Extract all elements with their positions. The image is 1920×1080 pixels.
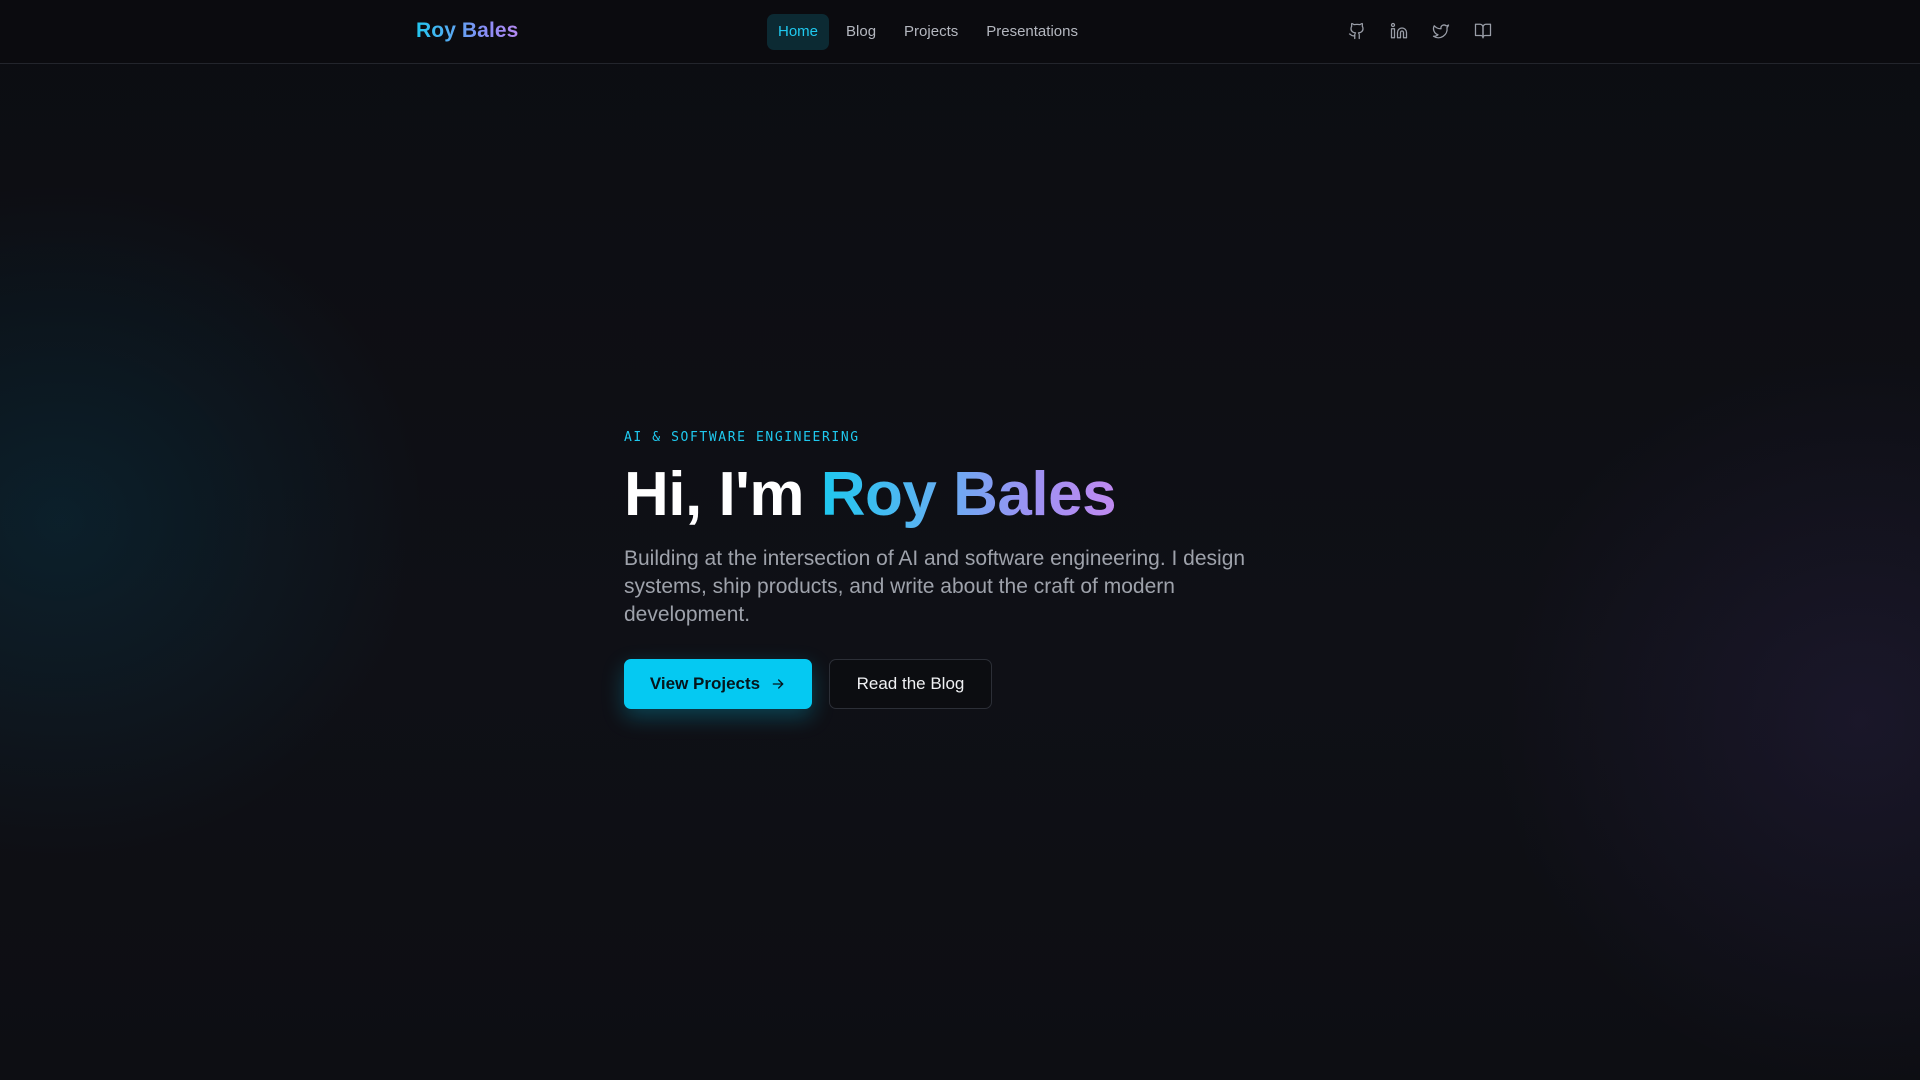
nav-link-presentations[interactable]: Presentations — [975, 14, 1089, 50]
hero-section: AI & SOFTWARE ENGINEERING Hi, I'm Roy Ba… — [624, 430, 1344, 709]
hero-description: Building at the intersection of AI and s… — [624, 547, 1246, 626]
hero-headline: Hi, I'm Roy Bales — [624, 459, 1344, 531]
top-navigation-bar: Roy Bales Home Blog Projects Presentatio… — [0, 0, 1920, 64]
hero-eyebrow: AI & SOFTWARE ENGINEERING — [624, 430, 860, 445]
social-links — [1346, 20, 1494, 42]
view-projects-button[interactable]: View Projects — [624, 659, 812, 709]
read-blog-button[interactable]: Read the Blog — [829, 659, 992, 709]
linkedin-icon[interactable] — [1388, 20, 1410, 42]
nav-link-projects[interactable]: Projects — [893, 14, 969, 50]
brand-logo[interactable]: Roy Bales — [416, 19, 518, 43]
twitter-icon[interactable] — [1430, 20, 1452, 42]
page: Roy Bales Home Blog Projects Presentatio… — [0, 0, 1920, 1080]
view-projects-label: View Projects — [649, 674, 761, 693]
github-icon[interactable] — [1346, 20, 1368, 42]
book-icon[interactable] — [1472, 20, 1494, 42]
nav-link-blog[interactable]: Blog — [835, 14, 887, 50]
headline-name: Roy Bales — [820, 460, 1117, 529]
headline-greeting: Hi, I'm — [624, 460, 821, 529]
nav-links: Home Blog Projects Presentations — [767, 14, 1089, 50]
arrow-right-icon — [772, 679, 784, 689]
nav-link-home[interactable]: Home — [767, 14, 830, 50]
hero-cta-group: View Projects Read the Blog — [624, 659, 1344, 709]
